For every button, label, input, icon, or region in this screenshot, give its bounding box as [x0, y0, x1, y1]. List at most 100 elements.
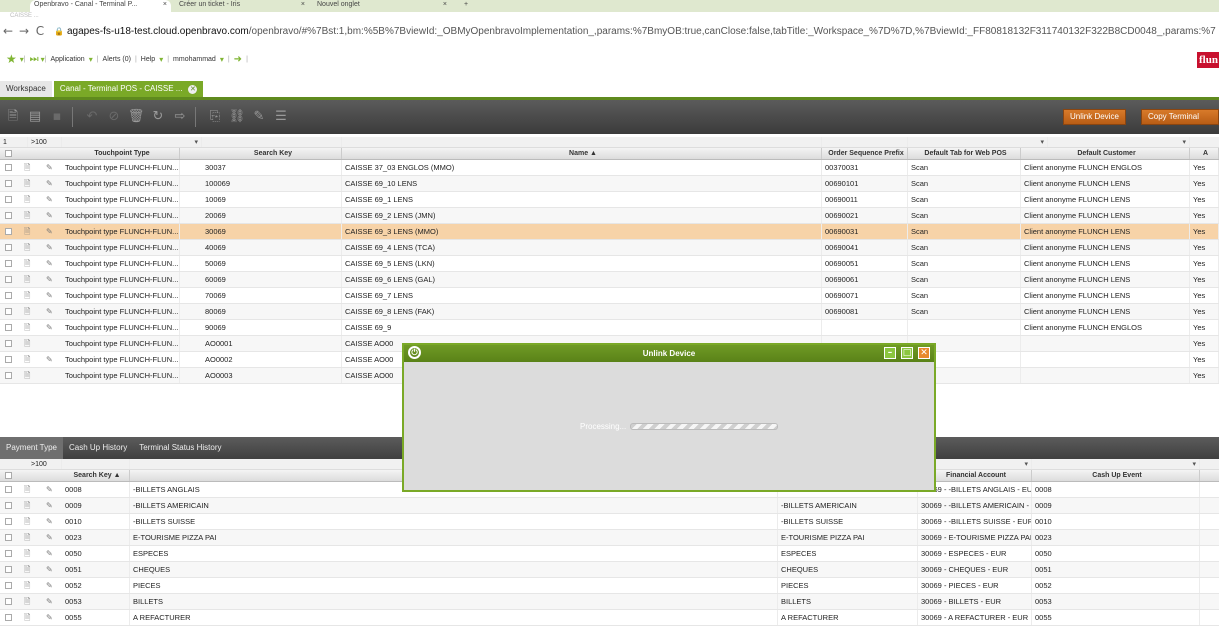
- edit-icon[interactable]: ✎: [46, 275, 55, 285]
- quick-launch-icon[interactable]: ⏭: [30, 54, 39, 65]
- close-tab-icon[interactable]: ×: [443, 0, 447, 10]
- edit-icon[interactable]: ✎: [46, 323, 55, 333]
- edit-icon[interactable]: ✎: [46, 501, 55, 511]
- document-icon[interactable]: 🗎: [24, 195, 33, 205]
- table-row[interactable]: 🗎 ✎ 0023 E-TOURISME PIZZA PAI E-TOURISME PIZ…: [0, 530, 1219, 546]
- copy-terminal-button[interactable]: Copy Terminal: [1141, 109, 1219, 125]
- document-icon[interactable]: 🗎: [24, 259, 33, 269]
- row-checkbox[interactable]: [5, 614, 12, 621]
- row-checkbox[interactable]: [5, 164, 12, 171]
- row-checkbox[interactable]: [5, 228, 12, 235]
- back-button[interactable]: ←: [0, 24, 16, 38]
- edit-icon[interactable]: ✎: [46, 613, 55, 623]
- header-active[interactable]: A: [1190, 148, 1219, 159]
- document-icon[interactable]: 🗎: [24, 339, 33, 349]
- row-checkbox[interactable]: [5, 260, 12, 267]
- table-row[interactable]: 🗎 ✎ Touchpoint type FLUNCH-FLUN... 100069 CA…: [0, 176, 1219, 192]
- edit-icon[interactable]: ✎: [46, 581, 55, 591]
- select-all-checkbox[interactable]: [5, 472, 12, 479]
- row-checkbox[interactable]: [5, 486, 12, 493]
- filter-default-tab[interactable]: ▾: [908, 137, 1048, 147]
- table-row[interactable]: 🗎 ✎ Touchpoint type FLUNCH-FLUN... 30069 CAI…: [0, 224, 1219, 240]
- row-checkbox[interactable]: [5, 244, 12, 251]
- filter-touchpoint-type[interactable]: ▾: [62, 137, 202, 147]
- document-icon[interactable]: 🗎: [24, 371, 33, 381]
- cancel-icon[interactable]: ⊘: [105, 108, 123, 126]
- close-tab-icon[interactable]: ✕: [188, 85, 198, 94]
- filter-cash-up-event[interactable]: ▾: [1032, 459, 1200, 469]
- edit-icon[interactable]: ✎: [46, 485, 55, 495]
- row-checkbox[interactable]: [5, 212, 12, 219]
- header-order-sequence-prefix[interactable]: Order Sequence Prefix: [822, 148, 908, 159]
- edit-icon[interactable]: ✎: [46, 227, 55, 237]
- document-icon[interactable]: 🗎: [24, 581, 33, 591]
- filter-order-prefix[interactable]: [822, 137, 908, 147]
- row-checkbox[interactable]: [5, 308, 12, 315]
- table-row[interactable]: 🗎 ✎ 0055 A REFACTURER A REFACTURER 30069 - A …: [0, 610, 1219, 626]
- header-name[interactable]: Name ▲: [342, 148, 822, 159]
- table-row[interactable]: 🗎 ✎ 0050 ESPECES ESPECES 30069 - ESPECES - EU…: [0, 546, 1219, 562]
- header-touchpoint-type[interactable]: Touchpoint Type: [62, 148, 180, 159]
- user-dropdown-icon[interactable]: ▾: [220, 55, 224, 64]
- tab-workspace[interactable]: Workspace: [0, 81, 52, 97]
- dropdown-icon[interactable]: ▾: [1040, 137, 1044, 147]
- report-icon[interactable]: ✎: [250, 108, 268, 126]
- table-row[interactable]: 🗎 ✎ 0009 -BILLETS AMERICAIN -BILLETS AMERICA…: [0, 498, 1219, 514]
- document-icon[interactable]: 🗎: [24, 517, 33, 527]
- export-icon[interactable]: ⇨: [171, 108, 189, 126]
- document-icon[interactable]: 🗎: [24, 163, 33, 173]
- document-icon[interactable]: 🗎: [24, 307, 33, 317]
- row-checkbox[interactable]: [5, 324, 12, 331]
- document-icon[interactable]: 🗎: [24, 565, 33, 575]
- edit-icon[interactable]: ✎: [46, 533, 55, 543]
- filter-default-customer[interactable]: ▾: [1048, 137, 1190, 147]
- header-search-key[interactable]: Search Key: [202, 148, 342, 159]
- close-tab-icon[interactable]: ×: [163, 0, 167, 10]
- row-checkbox[interactable]: [5, 502, 12, 509]
- forward-button[interactable]: →: [16, 24, 32, 38]
- tab-terminal-status-history[interactable]: Terminal Status History: [133, 437, 227, 459]
- row-checkbox[interactable]: [5, 534, 12, 541]
- header-default-tab[interactable]: Default Tab for Web POS: [908, 148, 1021, 159]
- delete-icon[interactable]: 🗑: [127, 108, 145, 126]
- filter-name[interactable]: [342, 137, 822, 147]
- dropdown-icon[interactable]: ▾: [1182, 137, 1186, 147]
- edit-icon[interactable]: ✎: [46, 195, 55, 205]
- document-icon[interactable]: 🗎: [24, 291, 33, 301]
- undo-icon[interactable]: ↶: [83, 108, 101, 126]
- filter-search-key[interactable]: [202, 137, 342, 147]
- tab-cash-up-history[interactable]: Cash Up History: [63, 437, 133, 459]
- menu-application[interactable]: Application: [50, 56, 84, 63]
- table-row[interactable]: 🗎 ✎ Touchpoint type FLUNCH-FLUN... 60069 CAI…: [0, 272, 1219, 288]
- dropdown-icon[interactable]: ▾: [1192, 459, 1196, 469]
- document-icon[interactable]: 🗎: [24, 355, 33, 365]
- edit-icon[interactable]: ✎: [46, 355, 55, 365]
- table-row[interactable]: 🗎 ✎ Touchpoint type FLUNCH-FLUN... 80069 CAI…: [0, 304, 1219, 320]
- tab-terminal-pos[interactable]: Canal - Terminal POS - CAISSE ... ✕: [53, 81, 204, 97]
- row-checkbox[interactable]: [5, 550, 12, 557]
- select-all-checkbox[interactable]: [5, 150, 12, 157]
- document-icon[interactable]: 🗎: [24, 597, 33, 607]
- row-checkbox[interactable]: [5, 196, 12, 203]
- tab-payment-type[interactable]: Payment Type: [0, 437, 63, 459]
- table-row[interactable]: 🗎 ✎ 0051 CHEQUES CHEQUES 30069 - CHEQUES - EU…: [0, 562, 1219, 578]
- filter-search-key[interactable]: [62, 459, 130, 469]
- edit-icon[interactable]: ✎: [46, 259, 55, 269]
- unlink-device-button[interactable]: Unlink Device: [1063, 109, 1126, 125]
- table-row[interactable]: 🗎 ✎ Touchpoint type FLUNCH-FLUN... 40069 CAI…: [0, 240, 1219, 256]
- document-icon[interactable]: 🗎: [24, 211, 33, 221]
- browser-tab[interactable]: Nouvel onglet ×: [313, 0, 451, 12]
- minimize-icon[interactable]: –: [884, 347, 896, 359]
- save-icon[interactable]: ▪: [48, 108, 66, 126]
- row-checkbox[interactable]: [5, 276, 12, 283]
- edit-icon[interactable]: ✎: [46, 517, 55, 527]
- document-icon[interactable]: 🗎: [24, 275, 33, 285]
- table-row[interactable]: 🗎 ✎ 0053 BILLETS BILLETS 30069 - BILLETS - EU…: [0, 594, 1219, 610]
- document-icon[interactable]: 🗎: [24, 485, 33, 495]
- header-cash-up-event[interactable]: Cash Up Event: [1032, 470, 1200, 481]
- edit-icon[interactable]: ✎: [46, 549, 55, 559]
- attach-icon[interactable]: ⎘: [206, 108, 224, 126]
- close-dialog-icon[interactable]: ✕: [918, 347, 930, 359]
- table-row[interactable]: 🗎 ✎ 0052 PIECES PIECES 30069 - PIECES - EUR 00…: [0, 578, 1219, 594]
- menu-help[interactable]: Help: [141, 56, 155, 63]
